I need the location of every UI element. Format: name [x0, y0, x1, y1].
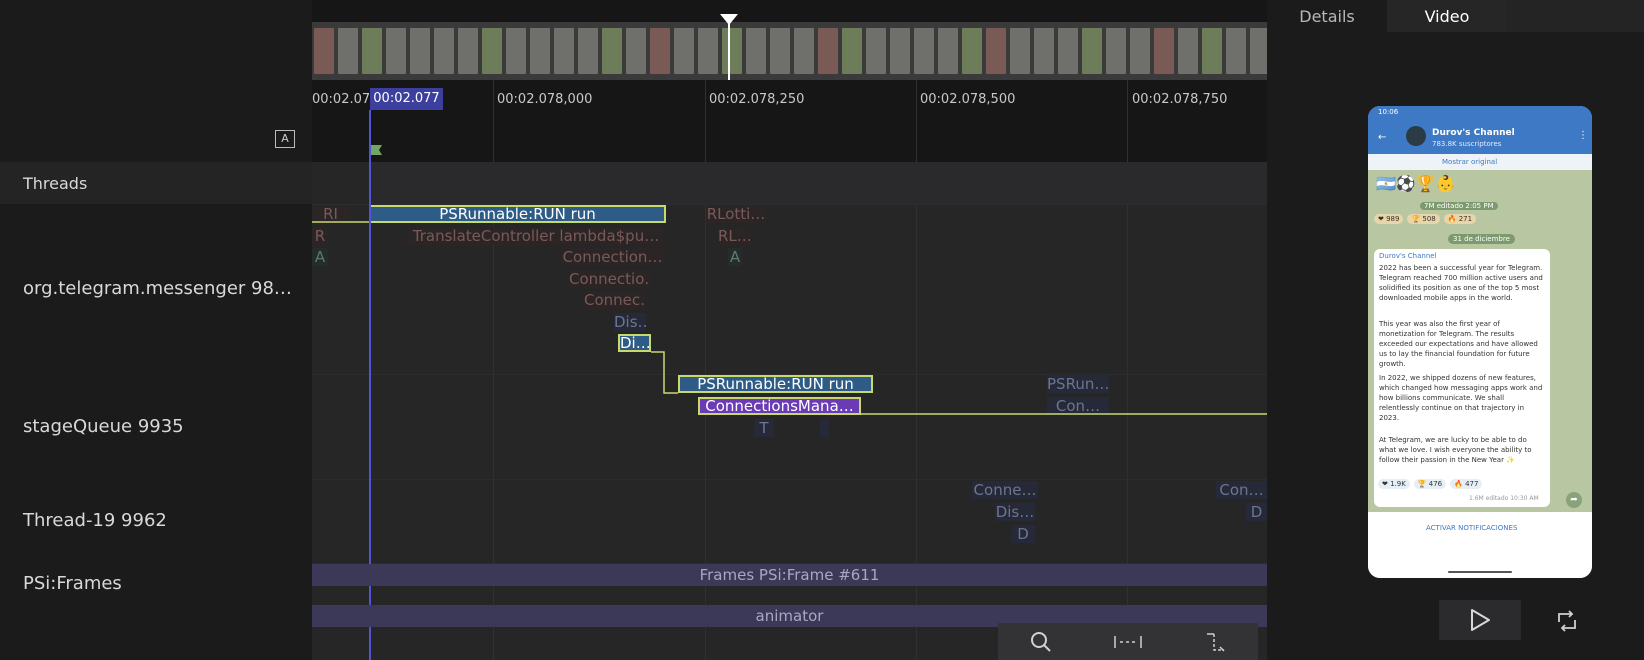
message-sender: Durov's Channel [1379, 252, 1437, 260]
timeline-area[interactable]: 00:02.077,750 00:02.078,000 00:02.078,25… [312, 0, 1267, 660]
thread-label-psi-frames[interactable]: PSi:Frames [23, 573, 122, 594]
search-button[interactable] [998, 623, 1084, 660]
search-icon [1031, 631, 1051, 652]
more-icon[interactable]: ⋮ [1578, 130, 1588, 141]
date-badge: 31 de diciembre [1448, 234, 1515, 244]
back-arrow-icon[interactable]: ← [1378, 132, 1386, 143]
play-icon [1471, 609, 1490, 631]
sticker-row: 🇦🇷⚽🏆👶 [1376, 174, 1496, 200]
message-paragraph: In 2022, we shipped dozens of new featur… [1379, 374, 1543, 422]
message-paragraph: This year was also the first year of mon… [1379, 320, 1538, 368]
play-button[interactable] [1439, 600, 1521, 640]
loop-button[interactable] [1554, 608, 1580, 634]
reaction[interactable]: 🔥 477 [1450, 479, 1483, 489]
thread-label-telegram[interactable]: org.telegram.messenger 98… [23, 278, 292, 299]
views-label: 7M editado 2:05 PM [1420, 202, 1498, 210]
translate-label[interactable]: Mostrar original [1442, 158, 1497, 166]
subscriber-count: 783.8K suscriptores [1432, 140, 1502, 148]
reaction-row: ❤ 1.9K 🏆 476 🔥 477 [1378, 479, 1483, 489]
message-meta: 1.6M editado 10:30 AM [1469, 495, 1539, 502]
timeline-toolbar [998, 623, 1258, 660]
message-bubble[interactable]: Durov's Channel 2022 has been a successf… [1374, 249, 1550, 507]
avatar[interactable] [1406, 126, 1426, 146]
tab-details[interactable]: Details [1267, 0, 1387, 32]
flow-arrows [312, 221, 1267, 415]
message-paragraph: At Telegram, we are lucky to be able to … [1379, 436, 1532, 464]
reaction[interactable]: ❤ 1.9K [1378, 479, 1410, 489]
status-bar [1368, 106, 1592, 118]
frames-track[interactable]: Frames PSi:Frame #611 [312, 564, 1267, 586]
loop-icon [1558, 610, 1576, 632]
share-icon[interactable]: ➦ [1566, 492, 1582, 508]
bottom-bar [1368, 512, 1592, 578]
select-area-button[interactable] [1172, 623, 1258, 660]
reaction[interactable]: 🏆 508 [1407, 214, 1440, 224]
baby-icon: 👶 [1435, 174, 1456, 193]
measure-button[interactable] [1085, 623, 1171, 660]
football-icon: ⚽ [1395, 174, 1416, 193]
trophy-icon: 🏆 [1415, 174, 1436, 193]
thread-label-thread19[interactable]: Thread-19 9962 [23, 510, 167, 531]
channel-name[interactable]: Durov's Channel [1432, 128, 1515, 138]
tab-bar-spacer [1507, 0, 1644, 32]
reaction-row: ❤ 989 🏆 508 🔥 271 [1374, 214, 1477, 224]
video-frame-phone[interactable]: 10:06 ← Durov's Channel 783.8K suscripto… [1368, 106, 1592, 578]
activate-notifications-button[interactable]: ACTIVAR NOTIFICACIONES [1426, 524, 1517, 532]
measure-icon [1114, 635, 1142, 648]
threads-header-label: Threads [23, 174, 88, 193]
argentina-flag-icon: 🇦🇷 [1376, 174, 1396, 193]
select-area-icon [1207, 632, 1225, 652]
thread-label-column: A Threads org.telegram.messenger 98… sta… [0, 0, 312, 660]
reaction[interactable]: ❤ 989 [1374, 214, 1404, 224]
status-time: 10:06 [1378, 108, 1399, 116]
reaction[interactable]: 🏆 476 [1413, 479, 1447, 489]
reaction[interactable]: 🔥 271 [1443, 214, 1477, 224]
thread-label-stagequeue[interactable]: stageQueue 9935 [23, 416, 184, 437]
home-indicator [1448, 571, 1512, 573]
a-toggle-button[interactable]: A [275, 130, 295, 148]
tab-video[interactable]: Video [1387, 0, 1507, 32]
message-paragraph: 2022 has been a successful year for Tele… [1379, 264, 1543, 302]
